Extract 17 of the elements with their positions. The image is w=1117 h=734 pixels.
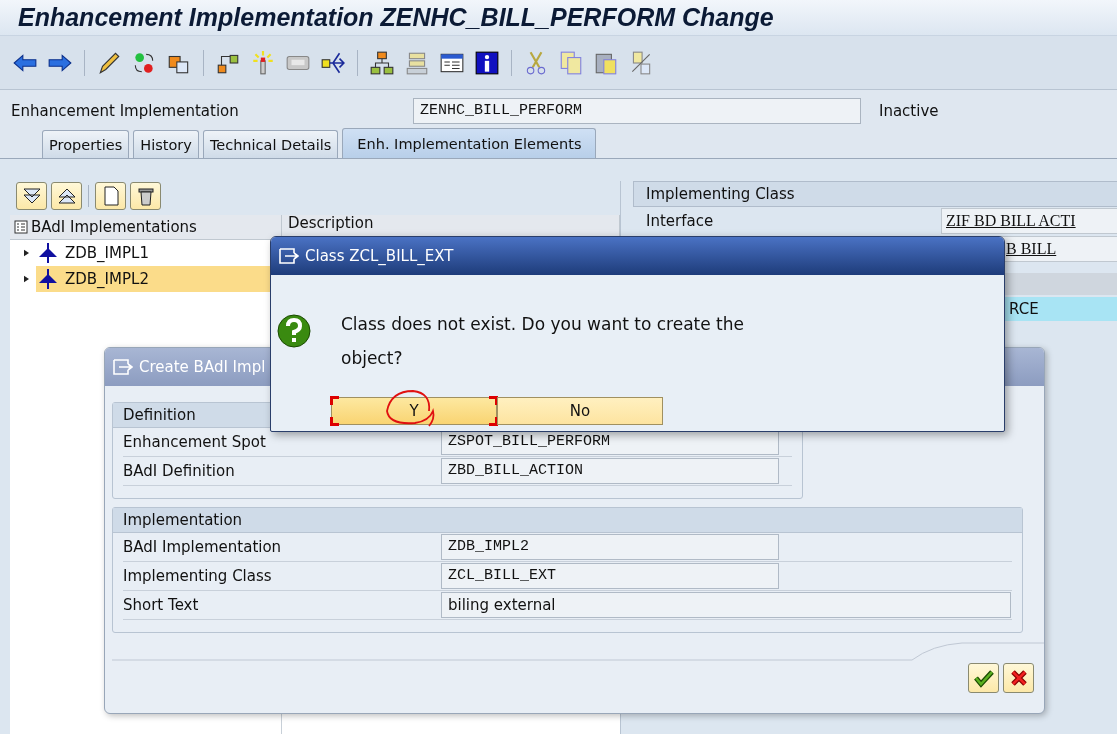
status-text: Inactive	[879, 102, 939, 120]
group-header: Implementing Class	[633, 181, 1117, 207]
group-header: Implementation	[113, 508, 1022, 533]
window-title: Enhancement Implementation ZENHC_BILL_PERFORM Change	[18, 3, 774, 32]
dialog-title: Create BAdI Impl	[139, 358, 266, 376]
field-label: BAdI Implementation	[123, 538, 283, 556]
tree-item-label: ZDB_IMPL1	[65, 244, 149, 262]
field-label: Interface	[646, 212, 714, 230]
field-label: Short Text	[123, 596, 200, 614]
tree-item-label: ZDB_IMPL2	[65, 270, 149, 288]
field-label: BAdI Definition	[123, 462, 236, 480]
field-label: Enhancement Implementation	[11, 102, 240, 120]
field-label: Implementing Class	[123, 567, 273, 585]
field-label: Enhancement Spot	[123, 433, 267, 451]
dialog-title: Class ZCL_BILL_EXT	[305, 247, 454, 265]
column-title: BAdI Implementations	[31, 218, 197, 236]
dialog-message: Class does not exist. Do you want to create the object?	[341, 313, 745, 370]
